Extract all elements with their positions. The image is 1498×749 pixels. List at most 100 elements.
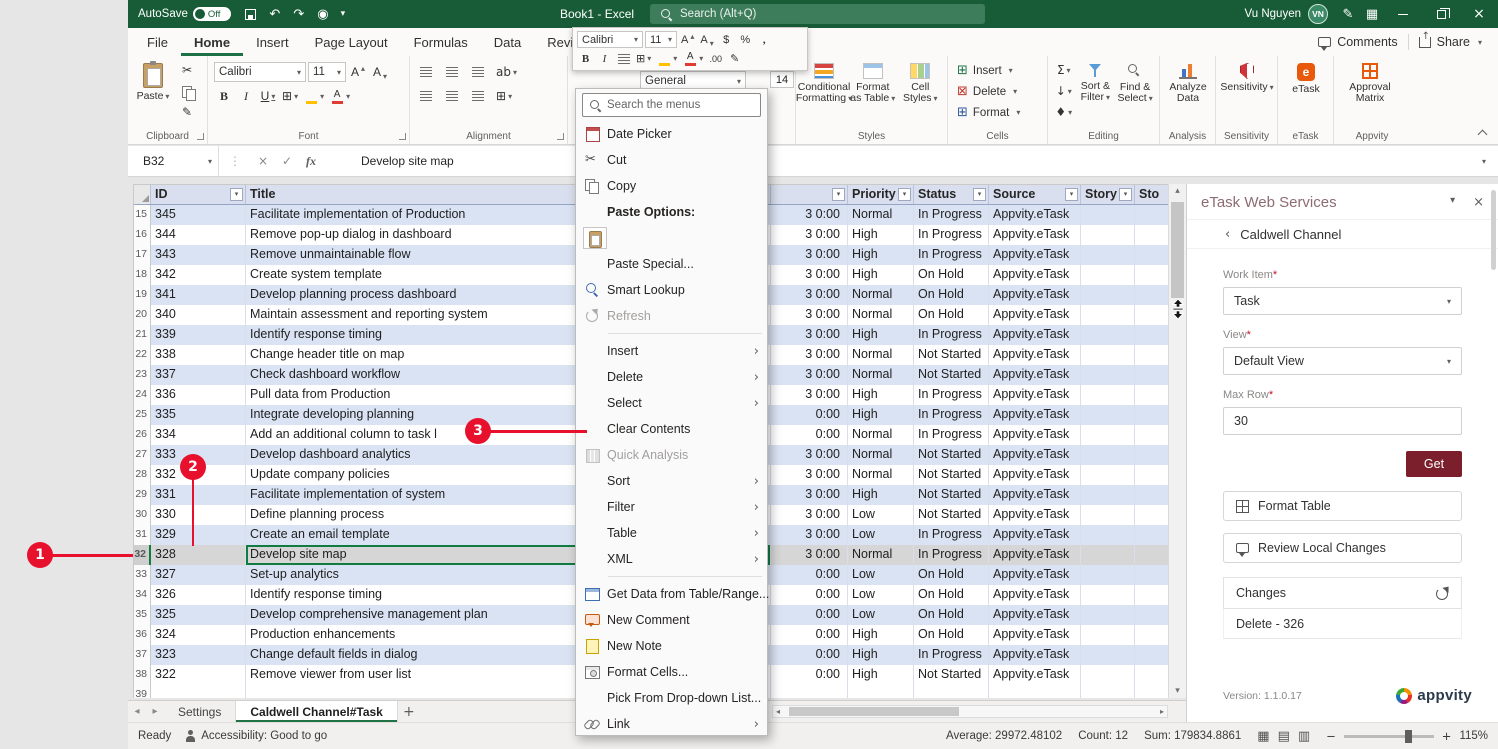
zoom-slider[interactable] <box>1344 735 1434 738</box>
cell-priority[interactable]: Normal <box>848 545 914 565</box>
column-header-status[interactable]: Status▾ <box>914 185 989 204</box>
row-number[interactable]: 29 <box>134 485 151 505</box>
name-box[interactable]: B32▾ <box>133 146 219 176</box>
cell-story[interactable] <box>1081 645 1135 665</box>
format-table-button[interactable]: Format Table <box>1223 491 1462 521</box>
cell-priority[interactable]: High <box>848 485 914 505</box>
cell-status[interactable]: On Hold <box>914 285 989 305</box>
cell-id[interactable]: 343 <box>151 245 246 265</box>
ribbon-tab[interactable]: Data <box>481 28 534 56</box>
cell-status[interactable]: On Hold <box>914 565 989 585</box>
menu-item[interactable]: Copy <box>576 173 767 199</box>
cell-status[interactable]: Not Started <box>914 345 989 365</box>
delete-cells-button[interactable]: ⊠Delete▾ <box>952 81 1043 102</box>
mini-shrink-font-button[interactable]: A▾ <box>698 31 715 48</box>
cell-time[interactable]: 3 0:00 <box>771 505 848 525</box>
cell-id[interactable]: 327 <box>151 565 246 585</box>
align-top-button[interactable] <box>416 62 436 82</box>
panel-scrollbar-thumb[interactable] <box>1491 190 1496 270</box>
align-middle-button[interactable] <box>442 62 462 82</box>
cell-priority[interactable] <box>848 685 914 698</box>
cell-time[interactable]: 3 0:00 <box>771 205 848 225</box>
filter-button[interactable]: ▾ <box>230 188 243 201</box>
filter-button[interactable]: ▾ <box>1065 188 1078 201</box>
cell-id[interactable]: 335 <box>151 405 246 425</box>
panel-close-icon[interactable]: × <box>1473 195 1484 210</box>
find-select-button[interactable]: Find & Select▾ <box>1115 60 1155 122</box>
cell-styles-button[interactable]: Cell Styles▾ <box>898 60 944 104</box>
cell-time[interactable] <box>771 685 848 698</box>
cell-source[interactable]: Appvity.eTask <box>989 385 1081 405</box>
cell-story[interactable] <box>1081 365 1135 385</box>
cell-priority[interactable]: Low <box>848 525 914 545</box>
cell-sto[interactable] <box>1135 385 1168 405</box>
cell-sto[interactable] <box>1135 465 1168 485</box>
cell-status[interactable]: Not Started <box>914 365 989 385</box>
cell-sto[interactable] <box>1135 625 1168 645</box>
mini-increase-decimal-button[interactable]: .00 <box>707 50 724 67</box>
font-size-select[interactable]: 11▾ <box>308 62 346 82</box>
mini-grow-font-button[interactable]: A▴ <box>679 31 696 48</box>
accounting-format-button[interactable]: $ <box>718 31 735 48</box>
max-row-input[interactable]: 30 <box>1223 407 1462 435</box>
cell-source[interactable] <box>989 685 1081 698</box>
copy-button[interactable] <box>177 81 197 101</box>
cell-status[interactable]: Not Started <box>914 505 989 525</box>
font-name-select[interactable]: Calibri▾ <box>214 62 306 82</box>
cell-id[interactable]: 331 <box>151 485 246 505</box>
cell-priority[interactable]: Low <box>848 565 914 585</box>
cell-time[interactable]: 0:00 <box>771 605 848 625</box>
cell-id[interactable]: 324 <box>151 625 246 645</box>
cell-sto[interactable] <box>1135 245 1168 265</box>
cell-source[interactable]: Appvity.eTask <box>989 505 1081 525</box>
menu-item[interactable]: Smart Lookup <box>576 277 767 303</box>
align-center-button[interactable] <box>442 86 462 106</box>
fill-color-button[interactable]: ▾ <box>302 86 326 106</box>
row-number[interactable]: 19 <box>134 285 151 305</box>
cell-id[interactable]: 336 <box>151 385 246 405</box>
cell-status[interactable]: On Hold <box>914 605 989 625</box>
clear-button[interactable]: ♦▾ <box>1052 102 1075 122</box>
ribbon-tab[interactable]: Page Layout <box>302 28 401 56</box>
undo-button[interactable]: ↶ <box>263 1 287 27</box>
customize-quick-access-button[interactable]: ▾ <box>335 1 351 27</box>
cell-time[interactable]: 3 0:00 <box>771 465 848 485</box>
row-number[interactable]: 18 <box>134 265 151 285</box>
accessibility-status[interactable]: Accessibility: Good to go <box>185 730 327 743</box>
cell-priority[interactable]: High <box>848 645 914 665</box>
menu-item[interactable]: Paste Options: <box>576 199 767 225</box>
cell-sto[interactable] <box>1135 345 1168 365</box>
menu-search-box[interactable] <box>582 93 761 117</box>
row-number[interactable]: 17 <box>134 245 151 265</box>
h-scrollbar-right-thumb[interactable] <box>789 707 959 716</box>
cell-story[interactable] <box>1081 245 1135 265</box>
cell-status[interactable]: Not Started <box>914 665 989 685</box>
name-box-splitter[interactable]: ⋮ <box>229 154 241 168</box>
format-painter-button[interactable]: ✎ <box>177 102 197 122</box>
cell-status[interactable]: In Progress <box>914 245 989 265</box>
close-button[interactable]: × <box>1460 0 1498 28</box>
scroll-down-arrow[interactable]: ▾ <box>1169 684 1186 698</box>
sheet-nav-left-icon[interactable]: ◂ <box>128 701 146 722</box>
cell-story[interactable] <box>1081 305 1135 325</box>
cell-story[interactable] <box>1081 545 1135 565</box>
row-number[interactable]: 20 <box>134 305 151 325</box>
cell-time[interactable]: 3 0:00 <box>771 245 848 265</box>
fill-button[interactable]: ↓▾ <box>1052 81 1075 101</box>
filter-button[interactable]: ▾ <box>898 188 911 201</box>
row-number[interactable]: 25 <box>134 405 151 425</box>
work-item-select[interactable]: Task▾ <box>1223 287 1462 315</box>
row-number[interactable]: 30 <box>134 505 151 525</box>
search-box[interactable]: Search (Alt+Q) <box>650 4 985 24</box>
cell-priority[interactable]: Normal <box>848 445 914 465</box>
menu-item[interactable]: Insert › <box>576 338 767 364</box>
cell-status[interactable]: On Hold <box>914 585 989 605</box>
menu-item[interactable]: Select › <box>576 390 767 416</box>
column-header-id[interactable]: ID▾ <box>151 185 246 204</box>
italic-button[interactable]: I <box>236 86 256 106</box>
redo-button[interactable]: ↷ <box>287 1 311 27</box>
cell-story[interactable] <box>1081 485 1135 505</box>
cell-story[interactable] <box>1081 225 1135 245</box>
cell-priority[interactable]: High <box>848 665 914 685</box>
mini-format-painter-button[interactable]: ✎ <box>726 50 743 67</box>
